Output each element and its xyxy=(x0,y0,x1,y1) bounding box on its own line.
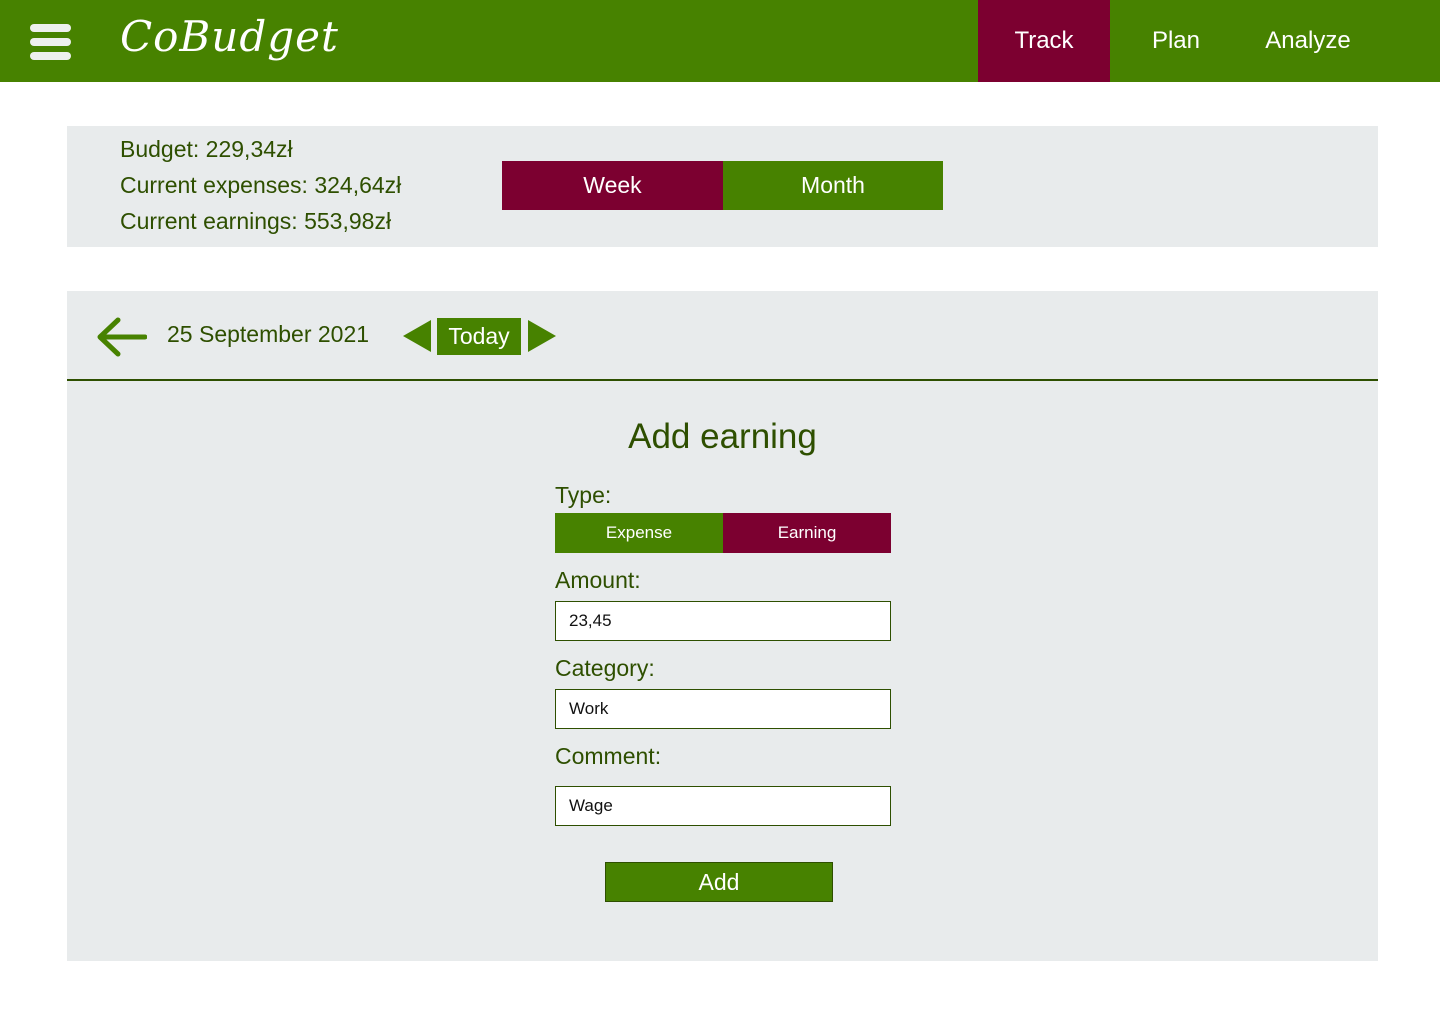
comment-field-wrapper xyxy=(555,786,891,826)
nav-tab-analyze[interactable]: Analyze xyxy=(1242,0,1374,82)
arrow-left-icon[interactable] xyxy=(95,315,148,359)
nav-tab-plan[interactable]: Plan xyxy=(1110,0,1242,82)
type-earning-button[interactable]: Earning xyxy=(723,513,891,553)
add-entry-panel: 25 September 2021 Today Add earning Type… xyxy=(67,291,1378,961)
date-bar-divider xyxy=(67,379,1378,381)
amount-field-wrapper xyxy=(555,601,891,641)
amount-input[interactable] xyxy=(556,602,890,640)
budget-value: Budget: 229,34zł xyxy=(120,136,293,162)
category-label: Category: xyxy=(555,655,655,681)
top-navigation-bar: CoBudget Track Plan Analyze xyxy=(0,0,1440,82)
period-week-button[interactable]: Week xyxy=(502,161,723,210)
type-expense-button[interactable]: Expense xyxy=(555,513,723,553)
app-logo: CoBudget xyxy=(120,12,339,61)
comment-label: Comment: xyxy=(555,743,662,769)
today-button[interactable]: Today xyxy=(437,318,521,355)
triangle-right-icon[interactable] xyxy=(528,320,558,352)
nav-tab-track[interactable]: Track xyxy=(978,0,1110,82)
budget-summary-panel: Budget: 229,34zł Current expenses: 324,6… xyxy=(67,126,1378,247)
category-input[interactable] xyxy=(556,690,890,728)
add-button[interactable]: Add xyxy=(605,862,833,902)
current-expenses-value: Current expenses: 324,64zł xyxy=(120,172,402,198)
category-field-wrapper xyxy=(555,689,891,729)
triangle-left-icon[interactable] xyxy=(403,320,433,352)
amount-label: Amount: xyxy=(555,567,641,593)
hamburger-menu-icon[interactable] xyxy=(30,24,71,60)
type-label: Type: xyxy=(555,482,612,508)
comment-input[interactable] xyxy=(556,787,890,825)
current-date: 25 September 2021 xyxy=(167,321,370,347)
period-month-button[interactable]: Month xyxy=(723,161,943,210)
form-title: Add earning xyxy=(628,417,817,456)
current-earnings-value: Current earnings: 553,98zł xyxy=(120,208,392,234)
